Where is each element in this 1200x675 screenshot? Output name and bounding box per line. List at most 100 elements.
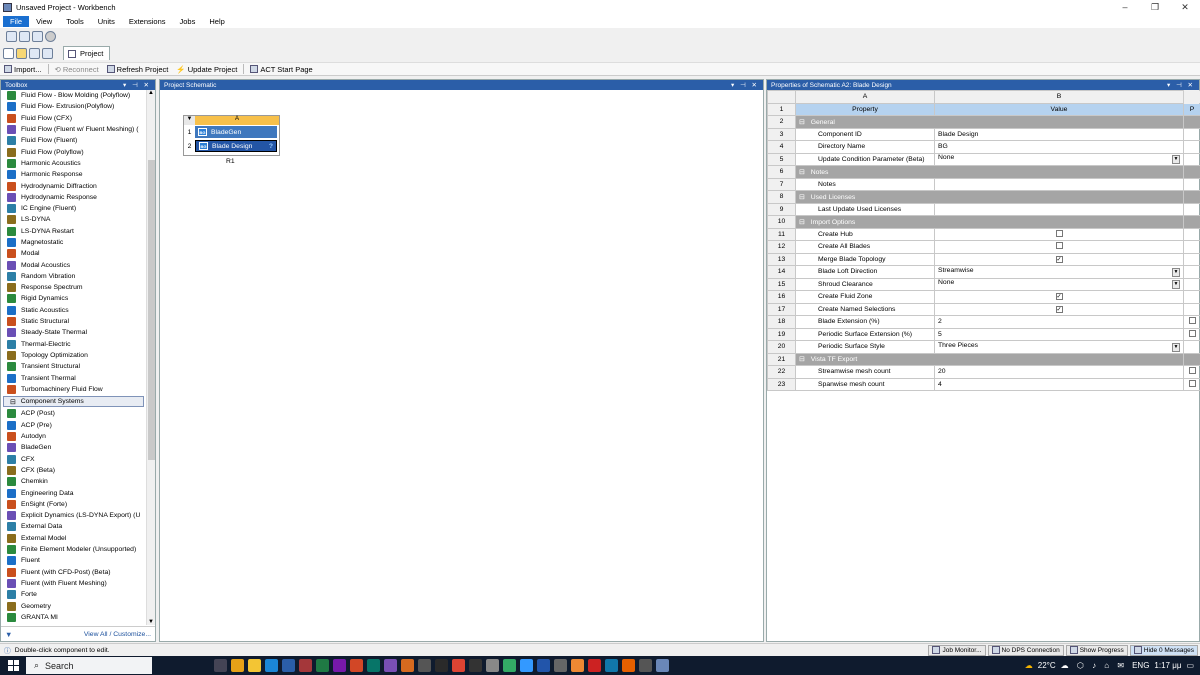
app-icon[interactable] bbox=[554, 659, 567, 672]
toolbox-scrollbar[interactable]: ▲ ▼ bbox=[146, 90, 155, 625]
properties-scrollbar[interactable] bbox=[1183, 90, 1199, 104]
access-icon[interactable] bbox=[299, 659, 312, 672]
collapse-icon[interactable]: ⊟ bbox=[799, 219, 805, 226]
toolbox-item-modal[interactable]: Modal bbox=[1, 248, 146, 259]
parameter-checkbox[interactable] bbox=[1188, 329, 1196, 337]
toolbox-item-cfx[interactable]: CFX bbox=[1, 454, 146, 465]
toolbox-group-component-systems[interactable]: ⊟ Component Systems bbox=[3, 396, 144, 408]
show-progress-button[interactable]: Show Progress bbox=[1065, 644, 1128, 656]
toolbox-item-transient-structural[interactable]: Transient Structural bbox=[1, 361, 146, 372]
save-as-toolbar-icon[interactable] bbox=[42, 47, 53, 59]
menu-units[interactable]: Units bbox=[91, 16, 122, 27]
menu-tools[interactable]: Tools bbox=[59, 16, 91, 27]
file-explorer-icon[interactable] bbox=[248, 659, 261, 672]
property-value[interactable]: BG bbox=[938, 143, 948, 150]
toolbox-item-external-model[interactable]: External Model bbox=[1, 533, 146, 544]
collapse-icon[interactable]: ⊟ bbox=[799, 356, 805, 363]
toolbox-item-external-data[interactable]: External Data bbox=[1, 521, 146, 532]
parameter-cell[interactable] bbox=[1183, 327, 1200, 341]
view-all-customize-link[interactable]: View All / Customize... bbox=[84, 631, 151, 638]
reconnect-button[interactable]: ⟲ Reconnect bbox=[51, 65, 103, 74]
system-menu-icon[interactable]: ▼ bbox=[184, 116, 195, 125]
collapse-icon[interactable]: ⊟ bbox=[799, 119, 805, 126]
refresh-project-button[interactable]: Refresh Project bbox=[103, 65, 173, 74]
pane-controls-icon[interactable]: ▾ ⊣ ✕ bbox=[1167, 81, 1195, 89]
toolbox-item-explicit-dynamics-ls-dyna-export-u[interactable]: Explicit Dynamics (LS-DYNA Export) (U bbox=[1, 510, 146, 521]
toolbox-item-harmonic-response[interactable]: Harmonic Response bbox=[1, 169, 146, 180]
toolbox-item-harmonic-acoustics[interactable]: Harmonic Acoustics bbox=[1, 158, 146, 169]
import-button[interactable]: Import... bbox=[0, 65, 46, 74]
section-title[interactable]: ⊟ Import Options bbox=[795, 215, 1184, 229]
outlook-icon[interactable] bbox=[231, 659, 244, 672]
toolbox-item-fluid-flow-fluent-w-fluent-meshing[interactable]: Fluid Flow (Fluent w/ Fluent Meshing) ( bbox=[1, 124, 146, 135]
parameter-cell[interactable] bbox=[1183, 365, 1200, 379]
toolbox-item-ls-dyna[interactable]: LS-DYNA bbox=[1, 214, 146, 225]
property-value-cell[interactable]: ✓ bbox=[934, 302, 1184, 316]
property-value[interactable]: 5 bbox=[938, 331, 942, 338]
excel-icon[interactable] bbox=[316, 659, 329, 672]
property-row-update-condition-parameter-beta[interactable]: 5 Update Condition Parameter (Beta) None ▼ bbox=[767, 152, 1200, 166]
property-value-cell[interactable]: 2 bbox=[934, 315, 1184, 329]
firefox-icon[interactable] bbox=[622, 659, 635, 672]
property-value[interactable]: 4 bbox=[938, 381, 942, 388]
property-value[interactable]: Blade Design bbox=[938, 131, 978, 138]
section-title[interactable]: ⊟ Vista TF Export bbox=[795, 352, 1184, 366]
property-row-create-all-blades[interactable]: 12 Create All Blades bbox=[767, 240, 1200, 254]
collapse-icon[interactable]: ⊟ bbox=[10, 398, 16, 406]
toolbox-item-static-acoustics[interactable]: Static Acoustics bbox=[1, 305, 146, 316]
archive-icon[interactable] bbox=[45, 31, 56, 42]
property-value-cell[interactable] bbox=[934, 240, 1184, 254]
blade-design-system[interactable]: ▼ A 1 BG BladeGen 2 BG Blade Design ? bbox=[183, 115, 280, 156]
property-value-cell[interactable] bbox=[934, 177, 1184, 191]
property-value[interactable]: 20 bbox=[938, 368, 946, 375]
property-row-directory-name[interactable]: 4 Directory Name BG bbox=[767, 140, 1200, 154]
property-value-cell[interactable]: ✓ bbox=[934, 252, 1184, 266]
taskbar-search-box[interactable]: ⌕ Search bbox=[26, 657, 152, 674]
powerpoint-icon[interactable] bbox=[350, 659, 363, 672]
unchecked-checkbox[interactable] bbox=[1055, 242, 1063, 250]
publisher-icon[interactable] bbox=[367, 659, 380, 672]
property-value-cell[interactable]: 20 bbox=[934, 365, 1184, 379]
act-start-page-button[interactable]: ACT Start Page bbox=[246, 65, 316, 74]
menu-file[interactable]: File bbox=[3, 15, 30, 27]
app-icon[interactable] bbox=[418, 659, 431, 672]
section-title[interactable]: ⊟ Used Licenses bbox=[795, 190, 1184, 204]
toolbox-item-bladegen[interactable]: BladeGen bbox=[1, 442, 146, 453]
tray-icons[interactable]: ☁ ⬡ ♪ ⌂ ✉ bbox=[1061, 661, 1127, 670]
toolbox-item-thermal-electric[interactable]: Thermal-Electric bbox=[1, 339, 146, 350]
unchecked-checkbox[interactable] bbox=[1055, 229, 1063, 237]
parameter-checkbox[interactable] bbox=[1188, 317, 1196, 325]
dropdown-arrow-icon[interactable]: ▼ bbox=[1172, 280, 1180, 290]
collapse-icon[interactable]: ⊟ bbox=[799, 194, 805, 201]
toolbox-item-rigid-dynamics[interactable]: Rigid Dynamics bbox=[1, 293, 146, 304]
toolbox-item-fluid-flow-polyflow[interactable]: Fluid Flow (Polyflow) bbox=[1, 146, 146, 157]
edge-icon[interactable] bbox=[265, 659, 278, 672]
section-row-used-licenses[interactable]: 8 ⊟ Used Licenses bbox=[767, 190, 1200, 204]
property-value[interactable]: Streamwise bbox=[938, 267, 974, 274]
scroll-thumb[interactable] bbox=[148, 160, 155, 460]
pane-controls-icon[interactable]: ▾ ⊣ ✕ bbox=[731, 81, 759, 89]
toolbox-item-cfx-beta[interactable]: CFX (Beta) bbox=[1, 465, 146, 476]
property-value[interactable]: 2 bbox=[938, 318, 942, 325]
property-value-cell[interactable] bbox=[934, 227, 1184, 241]
weather-icon[interactable]: ☁ bbox=[1025, 661, 1033, 670]
onenote-icon[interactable] bbox=[333, 659, 346, 672]
menu-extensions[interactable]: Extensions bbox=[122, 16, 173, 27]
app-icon[interactable] bbox=[452, 659, 465, 672]
app-icon[interactable] bbox=[571, 659, 584, 672]
cell-blade-design[interactable]: BG Blade Design ? bbox=[195, 140, 277, 152]
toolbox-item-fluent[interactable]: Fluent bbox=[1, 555, 146, 566]
checked-checkbox[interactable]: ✓ bbox=[1055, 255, 1063, 263]
property-row-create-named-selections[interactable]: 17 Create Named Selections ✓ bbox=[767, 302, 1200, 316]
property-row-streamwise-mesh-count[interactable]: 22 Streamwise mesh count 20 bbox=[767, 365, 1200, 379]
menu-help[interactable]: Help bbox=[202, 16, 231, 27]
language-indicator[interactable]: ENG bbox=[1132, 661, 1149, 670]
property-value-cell[interactable]: ✓ bbox=[934, 290, 1184, 304]
column-a-header[interactable]: A bbox=[795, 90, 935, 104]
toolbox-item-static-structural[interactable]: Static Structural bbox=[1, 316, 146, 327]
toolbox-item-fluid-flow-extrusion-polyflow[interactable]: Fluid Flow- Extrusion(Polyflow) bbox=[1, 101, 146, 112]
dropdown-arrow-icon[interactable]: ▼ bbox=[1172, 342, 1180, 352]
section-row-vista-tf-export[interactable]: 21 ⊟ Vista TF Export bbox=[767, 352, 1200, 366]
checked-checkbox[interactable]: ✓ bbox=[1055, 305, 1063, 313]
section-title[interactable]: ⊟ Notes bbox=[795, 165, 1184, 179]
